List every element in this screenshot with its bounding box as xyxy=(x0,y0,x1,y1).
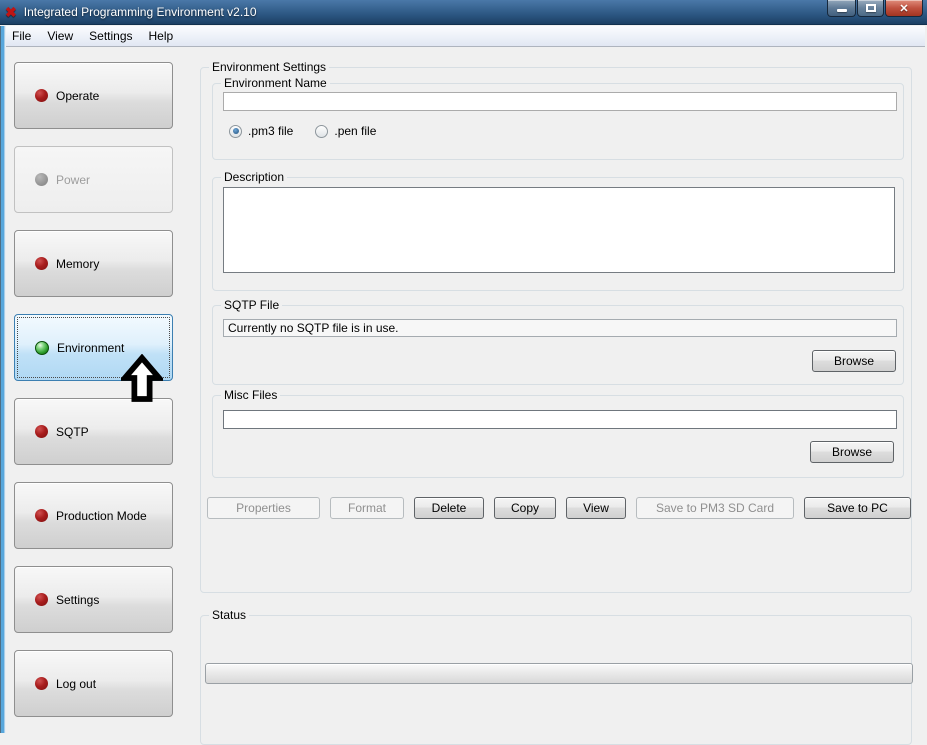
red-indicator-icon xyxy=(35,89,48,102)
sidebar-item-production-mode[interactable]: Production Mode xyxy=(14,482,173,549)
delete-button[interactable]: Delete xyxy=(414,497,484,519)
format-button: Format xyxy=(330,497,404,519)
sidebar-item-power: Power xyxy=(14,146,173,213)
sidebar-item-label: Production Mode xyxy=(56,508,147,523)
sqtp-browse-button[interactable]: Browse xyxy=(812,350,896,372)
radio-selected-icon xyxy=(229,124,242,138)
menu-bar: File View Settings Help xyxy=(3,26,925,47)
misc-files-input[interactable] xyxy=(223,410,897,429)
environment-name-group: Environment Name .pm3 file .pen file xyxy=(212,76,904,160)
gray-indicator-icon xyxy=(35,173,48,186)
radio-unselected-icon xyxy=(315,124,329,138)
close-icon: ✕ xyxy=(899,2,909,15)
save-to-sd-card-button: Save to PM3 SD Card xyxy=(636,497,794,519)
misc-files-group: Misc Files Browse xyxy=(212,388,904,478)
maximize-icon xyxy=(865,4,876,12)
sqtp-file-path-field xyxy=(223,319,897,337)
environment-name-group-label: Environment Name xyxy=(221,76,330,90)
misc-browse-button[interactable]: Browse xyxy=(810,441,894,463)
sidebar-item-sqtp[interactable]: SQTP xyxy=(14,398,173,465)
description-textarea[interactable] xyxy=(223,187,895,273)
sidebar-item-label: Memory xyxy=(56,256,100,271)
minimize-button[interactable] xyxy=(827,0,856,17)
status-group-label: Status xyxy=(209,608,250,622)
sidebar-item-label: Power xyxy=(56,172,91,187)
sidebar-item-memory[interactable]: Memory xyxy=(14,230,173,297)
sidebar-item-settings[interactable]: Settings xyxy=(14,566,173,633)
titlebar[interactable]: ✖ Integrated Programming Environment v2.… xyxy=(0,0,927,25)
copy-button[interactable]: Copy xyxy=(494,497,556,519)
misc-files-group-label: Misc Files xyxy=(221,388,281,402)
red-indicator-icon xyxy=(35,257,48,270)
window-controls: ✕ xyxy=(826,0,923,17)
view-button[interactable]: View xyxy=(566,497,626,519)
red-indicator-icon xyxy=(35,593,48,606)
menu-file[interactable]: File xyxy=(4,27,39,45)
radio-label: .pm3 file xyxy=(248,124,294,138)
sidebar-item-label: Settings xyxy=(56,592,100,607)
maximize-button[interactable] xyxy=(857,0,884,17)
environment-name-input[interactable] xyxy=(223,92,897,111)
sidebar-item-label: Environment xyxy=(57,340,125,355)
radio-label: .pen file xyxy=(334,124,377,138)
radio-pen-file[interactable]: .pen file xyxy=(315,124,376,138)
menu-view[interactable]: View xyxy=(39,27,81,45)
save-to-pc-button[interactable]: Save to PC xyxy=(804,497,911,519)
menu-help[interactable]: Help xyxy=(141,27,182,45)
close-button[interactable]: ✕ xyxy=(885,0,923,17)
app-logo-icon: ✖ xyxy=(5,4,17,20)
red-indicator-icon xyxy=(35,509,48,522)
sidebar-item-label: Log out xyxy=(56,676,97,691)
properties-button: Properties xyxy=(207,497,320,519)
window-title: Integrated Programming Environment v2.10 xyxy=(23,5,257,19)
window-left-border xyxy=(0,26,6,733)
red-indicator-icon xyxy=(35,425,48,438)
description-group-label: Description xyxy=(221,170,288,184)
radio-pm3-file[interactable]: .pm3 file xyxy=(229,124,293,138)
sidebar-item-environment[interactable]: Environment xyxy=(14,314,173,381)
sidebar-item-operate[interactable]: Operate xyxy=(14,62,173,129)
status-progress-bar xyxy=(205,663,913,684)
menu-settings[interactable]: Settings xyxy=(81,27,140,45)
minimize-icon xyxy=(836,9,847,12)
action-button-row: Properties Format Delete Copy View Save … xyxy=(207,497,913,519)
sqtp-file-group-label: SQTP File xyxy=(221,298,283,312)
sqtp-file-group: SQTP File Browse xyxy=(212,298,904,385)
red-indicator-icon xyxy=(35,677,48,690)
sidebar-item-label: SQTP xyxy=(56,424,89,439)
file-type-radio-group: .pm3 file .pen file xyxy=(229,124,398,138)
environment-settings-group-label: Environment Settings xyxy=(209,60,330,74)
sidebar-item-log-out[interactable]: Log out xyxy=(14,650,173,717)
sidebar-item-label: Operate xyxy=(56,88,100,103)
green-indicator-icon xyxy=(35,340,49,355)
description-group: Description xyxy=(212,170,904,291)
